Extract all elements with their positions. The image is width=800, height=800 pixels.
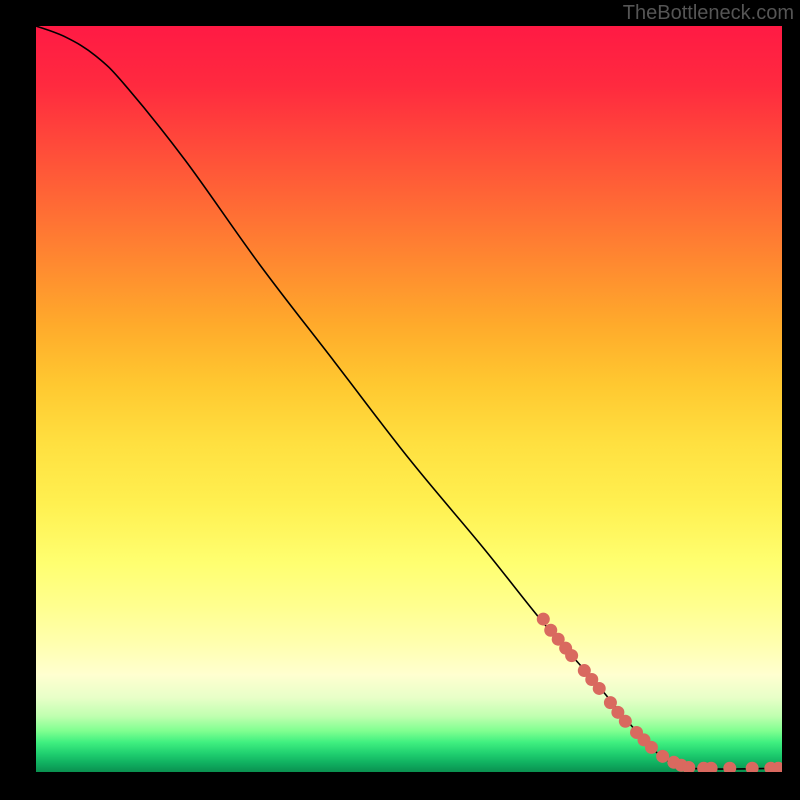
watermark-text: TheBottleneck.com bbox=[623, 2, 794, 25]
chart-background-gradient bbox=[36, 26, 782, 772]
